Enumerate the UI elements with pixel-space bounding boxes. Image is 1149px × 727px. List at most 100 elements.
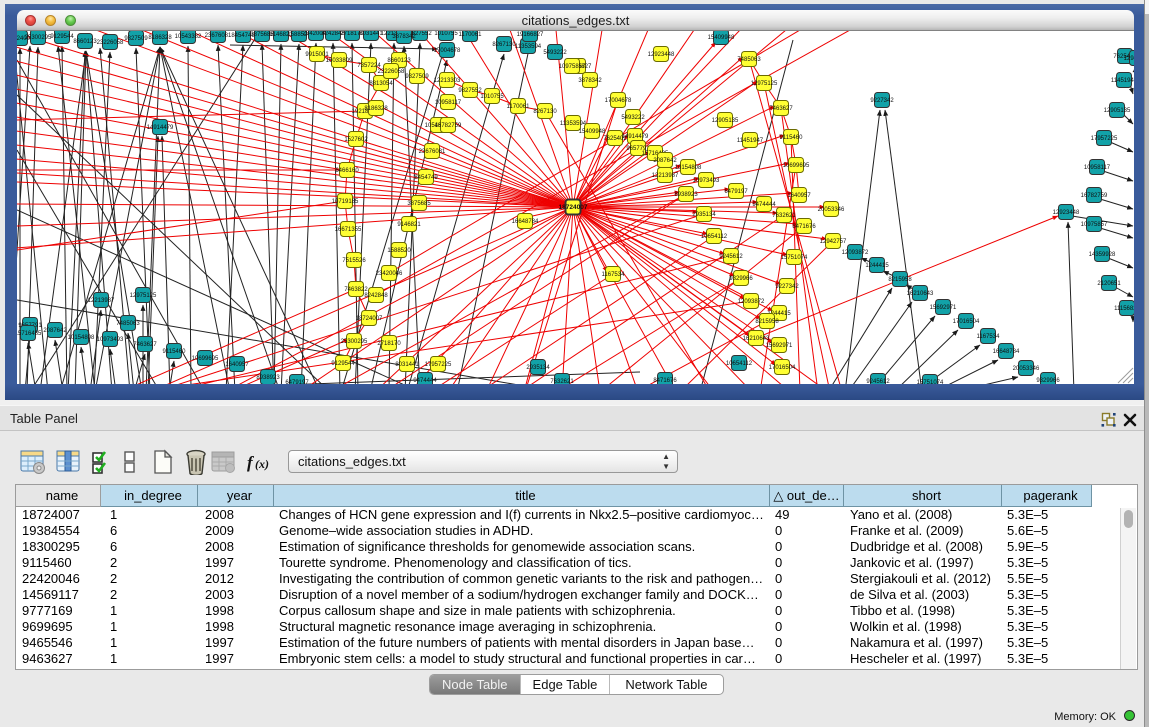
svg-text:12975125: 12975125: [130, 293, 157, 299]
svg-text:6479197: 6479197: [285, 380, 309, 384]
svg-text:25300295: 25300295: [25, 35, 52, 41]
svg-text:2718170: 2718170: [377, 341, 401, 347]
svg-text:14359928: 14359928: [1089, 252, 1116, 258]
svg-text:8186328: 8186328: [148, 35, 172, 41]
svg-text:18724007: 18724007: [559, 204, 588, 211]
svg-text:14914479: 14914479: [147, 125, 174, 131]
svg-text:3878342: 3878342: [392, 34, 416, 40]
svg-text:9129544: 9129544: [331, 361, 355, 367]
svg-text:17004678: 17004678: [434, 48, 461, 54]
svg-text:10154808: 10154808: [68, 335, 95, 341]
svg-text:11353594: 11353594: [560, 121, 587, 127]
svg-text:2087642: 2087642: [43, 328, 67, 334]
svg-text:7463627: 7463627: [769, 106, 793, 112]
svg-text:10975857: 10975857: [1081, 222, 1108, 228]
svg-text:10973493: 10973493: [693, 178, 720, 184]
svg-text:10958117: 10958117: [435, 100, 462, 106]
svg-text:8215958: 8215958: [888, 277, 912, 283]
svg-text:12213987: 12213987: [652, 173, 679, 179]
svg-text:10719185: 10719185: [332, 199, 359, 205]
svg-text:9329966: 9329966: [1036, 378, 1060, 384]
svg-text:1527602: 1527602: [344, 137, 368, 143]
svg-text:12942757: 12942757: [1124, 56, 1134, 62]
svg-text:10975857: 10975857: [559, 64, 586, 70]
svg-text:1640957: 1640957: [787, 193, 811, 199]
svg-text:9227342: 9227342: [870, 98, 894, 104]
svg-text:8660123: 8660123: [73, 39, 97, 45]
svg-text:5493222: 5493222: [543, 50, 567, 56]
svg-text:8031441: 8031441: [395, 362, 419, 368]
svg-text:11156829: 11156829: [1114, 306, 1134, 312]
svg-text:9227342: 9227342: [775, 284, 799, 290]
svg-text:8471676: 8471676: [792, 224, 816, 230]
svg-text:2935134: 2935134: [692, 212, 716, 218]
svg-text:7485063: 7485063: [737, 57, 761, 63]
svg-text:10699695: 10699695: [192, 356, 219, 362]
svg-text:(x): (x): [255, 457, 269, 471]
svg-text:9827552: 9827552: [458, 88, 482, 94]
svg-text:17004678: 17004678: [605, 98, 632, 104]
svg-text:17016504: 17016504: [953, 319, 980, 325]
svg-text:8471676: 8471676: [653, 378, 677, 384]
svg-text:12093872: 12093872: [842, 250, 869, 256]
svg-text:10973493: 10973493: [97, 337, 124, 343]
svg-text:11451947: 11451947: [1111, 78, 1134, 84]
svg-text:16033809: 16033809: [326, 58, 353, 64]
svg-text:9474444: 9474444: [752, 202, 776, 208]
svg-text:12975125: 12975125: [751, 81, 778, 87]
svg-text:9327509: 9327509: [124, 36, 148, 42]
svg-text:1640957: 1640957: [225, 362, 249, 368]
svg-text:12942757: 12942757: [820, 239, 847, 245]
svg-text:9115460: 9115460: [780, 135, 804, 141]
svg-text:3875685: 3875685: [407, 201, 431, 207]
svg-text:8938923: 8938923: [256, 375, 280, 381]
svg-text:9146821: 9146821: [397, 222, 421, 228]
svg-text:8267130: 8267130: [533, 109, 557, 115]
svg-text:11451947: 11451947: [737, 138, 764, 144]
svg-text:23676081: 23676081: [419, 149, 446, 155]
svg-text:20053346: 20053346: [818, 207, 845, 213]
svg-text:10543382: 10543382: [175, 34, 202, 40]
svg-text:17957225: 17957225: [425, 362, 452, 368]
svg-text:15751074: 15751074: [781, 255, 808, 261]
svg-text:10154808: 10154808: [675, 165, 702, 171]
svg-text:19166827: 19166827: [517, 32, 544, 38]
svg-text:23226058: 23226058: [378, 69, 405, 75]
svg-text:8267130: 8267130: [492, 42, 516, 48]
svg-text:8242848: 8242848: [364, 293, 388, 299]
svg-text:8454749: 8454749: [414, 175, 438, 181]
svg-text:7632621: 7632621: [550, 379, 574, 384]
svg-text:16671355: 16671355: [335, 227, 362, 233]
svg-text:9245612: 9245612: [866, 379, 890, 384]
svg-text:15751074: 15751074: [917, 380, 944, 384]
svg-text:1010755: 1010755: [434, 31, 458, 37]
svg-text:1170061: 1170061: [459, 32, 483, 38]
svg-text:3878342: 3878342: [578, 78, 602, 84]
svg-text:18724007: 18724007: [356, 316, 383, 322]
svg-text:16782759: 16782759: [435, 123, 462, 129]
svg-text:15716485: 15716485: [17, 331, 42, 337]
svg-text:9474444: 9474444: [413, 378, 437, 384]
svg-text:10699695: 10699695: [783, 163, 810, 169]
svg-text:9115460: 9115460: [163, 349, 187, 355]
svg-text:2120651: 2120651: [1097, 281, 1121, 287]
svg-text:5493222: 5493222: [621, 115, 645, 121]
svg-text:16648784: 16648784: [512, 219, 539, 225]
svg-text:16648784: 16648784: [993, 349, 1020, 355]
svg-text:23676081: 23676081: [205, 33, 232, 39]
svg-text:12905135: 12905135: [1104, 108, 1131, 114]
svg-text:10654112: 10654112: [726, 361, 753, 367]
svg-text:15692971: 15692971: [766, 343, 793, 349]
svg-text:9245612: 9245612: [719, 254, 743, 260]
svg-text:12923448: 12923448: [648, 52, 675, 58]
svg-text:12093872: 12093872: [738, 299, 765, 305]
svg-text:1244415: 1244415: [865, 263, 889, 269]
svg-text:23226058: 23226058: [97, 40, 124, 46]
svg-text:10958117: 10958117: [1084, 165, 1111, 171]
svg-text:6479197: 6479197: [724, 189, 748, 195]
svg-text:15409948: 15409948: [708, 35, 735, 41]
svg-text:16210643: 16210643: [743, 336, 770, 342]
svg-text:16782759: 16782759: [1081, 193, 1108, 199]
svg-text:6466160: 6466160: [335, 168, 359, 174]
svg-text:23420046: 23420046: [376, 271, 403, 277]
